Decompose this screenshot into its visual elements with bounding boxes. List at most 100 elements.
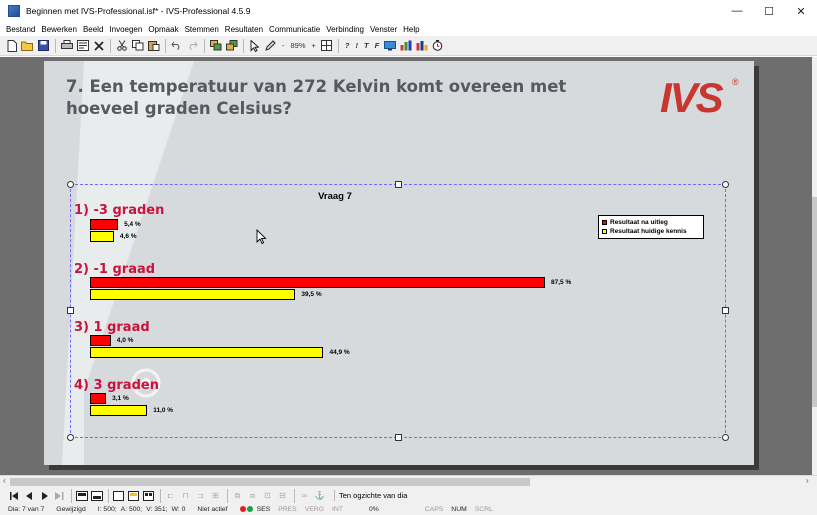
ungroup-icon[interactable]: ⧈ <box>246 489 259 502</box>
ivs-logo: IVS <box>660 74 724 121</box>
resize-handle-sw[interactable] <box>67 434 74 441</box>
resize-handle-ne[interactable] <box>722 181 729 188</box>
first-slide-icon[interactable] <box>8 489 21 502</box>
activity-status: Niet actief <box>197 506 228 513</box>
scroll-right-icon[interactable]: › <box>806 476 809 485</box>
anchor-icon[interactable]: ⚓ <box>313 489 326 502</box>
question-mark-button[interactable]: ? <box>345 41 350 50</box>
paste-icon[interactable] <box>146 38 161 53</box>
menu-bewerken[interactable]: Bewerken <box>41 25 77 34</box>
toolbar: - 89% + ? ! T F <box>0 36 817 56</box>
app-icon <box>8 5 20 17</box>
view-slide-button[interactable]: Ten ogzichte van dia <box>334 490 411 501</box>
duplicate-slide-icon[interactable] <box>90 489 103 502</box>
undo-icon[interactable] <box>169 38 184 53</box>
outline-view-icon[interactable] <box>127 489 140 502</box>
status-w: W: 0 <box>171 506 186 513</box>
redo-icon[interactable] <box>185 38 200 53</box>
chart-selection-frame[interactable] <box>70 184 726 438</box>
distribute-icon[interactable]: ⊞ <box>209 489 222 502</box>
status-bar: Dia: 7 van 7 Gewijzigd I: 500; A: 500; V… <box>0 504 817 515</box>
insert-slide-icon[interactable] <box>75 489 88 502</box>
zoom-level[interactable]: 89% <box>291 41 306 50</box>
verg-indicator: VERG <box>304 506 324 513</box>
screen-icon[interactable] <box>382 38 397 53</box>
copy-icon[interactable] <box>130 38 145 53</box>
menu-beeld[interactable]: Beeld <box>83 25 103 34</box>
align-center-icon[interactable]: ⊓ <box>179 489 192 502</box>
menu-invoegen[interactable]: Invoegen <box>109 25 142 34</box>
align-right-icon[interactable]: ⊐ <box>194 489 207 502</box>
registered-mark: ® <box>732 77 739 87</box>
ses-indicator: SES <box>256 506 271 513</box>
int-indicator: INT <box>331 506 343 513</box>
caps-indicator: CAPS <box>424 506 444 513</box>
exclamation-button[interactable]: ! <box>356 41 359 50</box>
vertical-scrollbar[interactable] <box>812 57 817 475</box>
maximize-button[interactable]: ☐ <box>753 0 785 22</box>
pen-icon[interactable] <box>263 38 278 53</box>
num-indicator: NUM <box>451 506 467 513</box>
scroll-left-icon[interactable]: ‹ <box>3 476 6 485</box>
true-button[interactable]: T <box>364 41 369 50</box>
sorter-view-icon[interactable] <box>142 489 155 502</box>
timer-icon[interactable] <box>430 38 445 53</box>
horizontal-scroll-thumb[interactable] <box>10 478 530 486</box>
connection-indicator-icon <box>239 506 254 513</box>
zoom-out-button[interactable]: - <box>282 41 285 50</box>
title-bar: Beginnen met IVS-Professional.isf* - IVS… <box>0 0 817 22</box>
previous-slide-icon[interactable] <box>23 489 36 502</box>
send-back-icon[interactable]: ⊟ <box>276 489 289 502</box>
delete-icon[interactable] <box>91 38 106 53</box>
close-button[interactable]: ✕ <box>785 0 817 22</box>
menu-resultaten[interactable]: Resultaten <box>225 25 263 34</box>
slide-navigation-bar: ⊏ ⊓ ⊐ ⊞ ⧉ ⧈ ⊡ ⊟ ∞ ⚓ Ten ogzichte van dia <box>0 487 817 504</box>
cut-icon[interactable] <box>114 38 129 53</box>
status-a: A: 500; <box>120 506 143 513</box>
next-slide-icon[interactable] <box>38 489 51 502</box>
resize-handle-nw[interactable] <box>67 181 74 188</box>
zoom-in-button[interactable]: + <box>312 41 316 50</box>
menu-bestand[interactable]: Bestand <box>6 25 35 34</box>
minimize-button[interactable]: — <box>721 0 753 22</box>
false-button[interactable]: F <box>375 41 380 50</box>
results-icon[interactable] <box>398 38 413 53</box>
menu-stemmen[interactable]: Stemmen <box>185 25 219 34</box>
status-i: I: 500; <box>97 506 117 513</box>
status-v: V: 351; <box>146 506 168 513</box>
group-icon[interactable]: ⧉ <box>231 489 244 502</box>
bring-front-icon[interactable]: ⊡ <box>261 489 274 502</box>
modified-status: Gewijzigd <box>56 506 86 513</box>
pointer-icon[interactable] <box>247 38 262 53</box>
pres-indicator: PRES <box>278 506 297 513</box>
fit-page-icon[interactable] <box>319 38 334 53</box>
chart-icon[interactable] <box>414 38 429 53</box>
save-icon[interactable] <box>36 38 51 53</box>
menu-communicatie[interactable]: Communicatie <box>269 25 320 34</box>
properties-icon[interactable] <box>75 38 90 53</box>
slide-back-icon[interactable] <box>208 38 223 53</box>
align-left-icon[interactable]: ⊏ <box>164 489 177 502</box>
slide-forward-icon[interactable] <box>224 38 239 53</box>
resize-handle-s[interactable] <box>395 434 402 441</box>
menu-help[interactable]: Help <box>403 25 419 34</box>
resize-handle-w[interactable] <box>67 307 74 314</box>
open-folder-icon[interactable] <box>20 38 35 53</box>
resize-handle-e[interactable] <box>722 307 729 314</box>
window-title: Beginnen met IVS-Professional.isf* - IVS… <box>26 6 251 16</box>
menu-opmaak[interactable]: Opmaak <box>148 25 178 34</box>
resize-handle-se[interactable] <box>722 434 729 441</box>
normal-view-icon[interactable] <box>112 489 125 502</box>
menu-verbinding[interactable]: Verbinding <box>326 25 364 34</box>
new-file-icon[interactable] <box>4 38 19 53</box>
link-icon[interactable]: ∞ <box>298 489 311 502</box>
resize-handle-n[interactable] <box>395 181 402 188</box>
print-icon[interactable] <box>59 38 74 53</box>
horizontal-scrollbar[interactable]: ‹ › <box>0 475 817 487</box>
vertical-scroll-thumb[interactable] <box>812 197 817 407</box>
question-text[interactable]: 7. Een temperatuur van 272 Kelvin komt o… <box>66 76 606 120</box>
menu-venster[interactable]: Venster <box>370 25 397 34</box>
scrl-indicator: SCRL <box>474 506 493 513</box>
progress-percent: 0% <box>368 506 379 513</box>
last-slide-icon[interactable] <box>53 489 66 502</box>
